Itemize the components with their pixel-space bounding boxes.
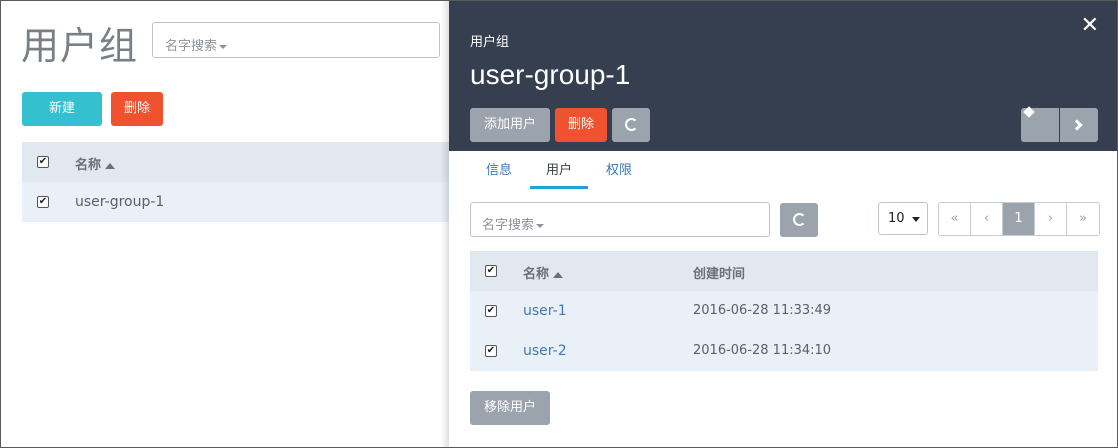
close-icon[interactable]: ✕ bbox=[1081, 15, 1099, 37]
tab-info[interactable]: 信息 bbox=[470, 151, 528, 189]
delete-button[interactable]: 删除 bbox=[555, 108, 607, 142]
row-checkbox[interactable]: ✔ bbox=[485, 345, 497, 357]
created-time: 2016-06-28 11:34:10 bbox=[693, 343, 832, 358]
caret-down-icon bbox=[536, 223, 545, 228]
table-row[interactable]: ✔ user-1 2016-06-28 11:33:49 bbox=[470, 291, 1098, 331]
sort-asc-icon bbox=[553, 271, 564, 278]
previous-item-button[interactable] bbox=[1021, 106, 1059, 142]
user-search-input[interactable]: 名字搜索 bbox=[470, 202, 770, 237]
tab-permissions[interactable]: 权限 bbox=[590, 151, 648, 189]
page-next[interactable]: › bbox=[1035, 203, 1067, 235]
refresh-icon bbox=[624, 118, 638, 131]
pagination: « ‹ 1 › » bbox=[938, 202, 1100, 236]
page-size-select[interactable]: 10 bbox=[878, 202, 928, 235]
next-item-button[interactable] bbox=[1060, 108, 1098, 142]
row-checkbox[interactable]: ✔ bbox=[485, 305, 497, 317]
refresh-icon bbox=[792, 213, 806, 226]
panel-subtitle: 用户组 bbox=[470, 35, 510, 50]
add-user-button[interactable]: 添加用户 bbox=[470, 108, 550, 142]
user-group-list-page: 用户组 名字搜索 新建 删除 ✔ 名称 ✔ user-group-1 bbox=[1, 1, 449, 447]
page-current[interactable]: 1 bbox=[1003, 203, 1035, 235]
new-button[interactable]: 新建 bbox=[22, 92, 102, 126]
page-size-value: 10 bbox=[888, 211, 905, 226]
panel-shadow bbox=[441, 1, 449, 447]
select-all-checkbox[interactable]: ✔ bbox=[485, 265, 497, 277]
chevron-right-icon bbox=[1071, 118, 1083, 131]
search-placeholder: 名字搜索 bbox=[165, 39, 218, 54]
table-header: ✔ 名称 创建时间 bbox=[470, 251, 1098, 291]
page-prev[interactable]: ‹ bbox=[971, 203, 1003, 235]
table-row[interactable]: ✔ user-2 2016-06-28 11:34:10 bbox=[470, 331, 1098, 371]
delete-button[interactable]: 删除 bbox=[111, 92, 163, 126]
caret-down-icon bbox=[219, 44, 228, 49]
column-header-created[interactable]: 创建时间 bbox=[693, 263, 745, 282]
page-first[interactable]: « bbox=[939, 203, 971, 235]
table-row[interactable]: ✔ user-group-1 bbox=[22, 182, 449, 222]
chevron-left-icon bbox=[1023, 106, 1035, 118]
refresh-users-button[interactable] bbox=[780, 203, 818, 237]
search-placeholder: 名字搜索 bbox=[482, 218, 535, 233]
refresh-button[interactable] bbox=[612, 108, 650, 142]
user-link[interactable]: user-2 bbox=[523, 343, 567, 359]
column-header-name[interactable]: 名称 bbox=[75, 154, 116, 173]
user-link[interactable]: user-1 bbox=[523, 303, 567, 319]
remove-user-button[interactable]: 移除用户 bbox=[470, 391, 550, 425]
tab-users[interactable]: 用户 bbox=[530, 151, 588, 189]
created-time: 2016-06-28 11:33:49 bbox=[693, 303, 832, 318]
panel-header: 用户组 user-group-1 ✕ 添加用户 删除 bbox=[449, 1, 1117, 151]
sort-asc-icon bbox=[105, 162, 116, 169]
search-input[interactable]: 名字搜索 bbox=[152, 22, 440, 58]
panel-title: user-group-1 bbox=[470, 59, 631, 90]
select-all-checkbox[interactable]: ✔ bbox=[37, 156, 49, 168]
dropdown-arrow-icon bbox=[912, 217, 920, 222]
group-name: user-group-1 bbox=[75, 194, 165, 210]
detail-panel: 用户组 user-group-1 ✕ 添加用户 删除 信息 用户 权限 名字搜索… bbox=[449, 1, 1117, 447]
users-table: ✔ 名称 创建时间 ✔ user-1 2016-06-28 11:33:49 ✔… bbox=[470, 251, 1098, 371]
table-header: ✔ 名称 bbox=[22, 142, 449, 182]
column-header-name[interactable]: 名称 bbox=[523, 263, 564, 282]
row-checkbox[interactable]: ✔ bbox=[37, 196, 49, 208]
group-table: ✔ 名称 ✔ user-group-1 bbox=[22, 142, 449, 222]
page-last[interactable]: » bbox=[1067, 203, 1099, 235]
page-title: 用户组 bbox=[21, 24, 139, 68]
